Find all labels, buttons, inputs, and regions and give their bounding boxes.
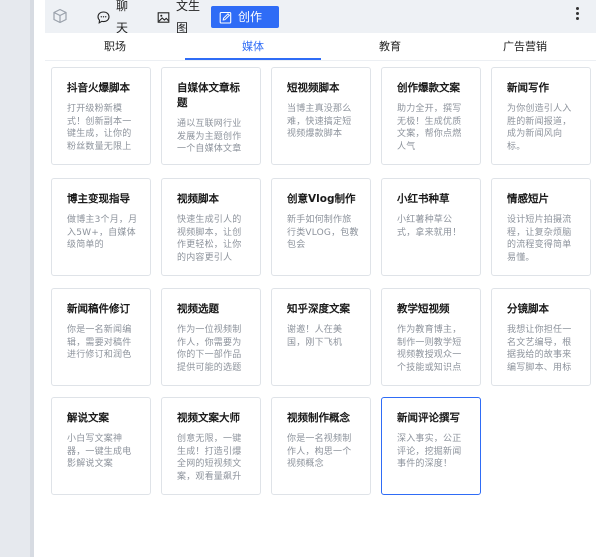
creation-panel: 聊天 文生图 创作 职场 媒体 教育 广告营销 抖音火爆脚本打开级粉新模式！创新… [45, 0, 596, 557]
card-title: 自媒体文章标题 [177, 82, 240, 109]
template-card[interactable]: 视频脚本快速生成引人的视频脚本，让创作更轻松，让你的内容更引人 [161, 178, 261, 276]
left-rail [0, 0, 34, 557]
template-card[interactable]: 解说文案小白写文案神器，一键生成电影解说文案 [51, 397, 151, 495]
card-description: 深入事实，公正评论，挖掘新闻事件的深度！ [397, 434, 462, 469]
card-title: 视频脚本 [177, 193, 219, 205]
template-grid: 抖音火爆脚本 打开级粉新模式！创新副本一键生成，让你的粉丝数量无限上 自媒体文章标题… [45, 60, 596, 557]
template-card[interactable]: 小红书种草小红薯种草公式，拿来就用！ [381, 178, 481, 276]
tab-create-label: 创作 [238, 10, 263, 24]
card-title: 新闻写作 [507, 82, 549, 94]
card-title: 博主变现指导 [67, 193, 130, 205]
template-card[interactable]: 创意Vlog制作新手如何制作旅行类VLOG，包教包会 [271, 178, 371, 276]
template-card[interactable]: 教学短视频作为教育博主，制作一则教学短视频教授观众一个技能或知识点 [381, 288, 481, 386]
card-description: 作为一位视频制作人，你需要为你的下一部作品提供可能的选题 [177, 325, 242, 373]
tab-advertising[interactable]: 广告营销 [475, 33, 575, 60]
card-description: 小红薯种草公式，拿来就用！ [397, 215, 462, 238]
card-title: 新闻稿件修订 [67, 303, 130, 315]
template-card[interactable]: 抖音火爆脚本打开级粉新模式！创新副本一键生成，让你的粉丝数量无限上 [51, 67, 151, 165]
tab-text-to-image[interactable]: 文生图 [149, 0, 211, 35]
card-description: 通以互联网行业发展为主题创作一个自媒体文章 [177, 119, 242, 154]
card-description: 小白写文案神器，一键生成电影解说文案 [67, 434, 132, 469]
card-description: 打开级粉新模式！创新副本一键生成，让你的粉丝数量无限上 [67, 104, 132, 152]
card-title: 创作爆款文案 [397, 82, 460, 94]
toolbar: 聊天 文生图 创作 [45, 0, 596, 35]
image-icon [157, 11, 170, 24]
tab-create[interactable]: 创作 [211, 6, 279, 28]
more-menu-icon[interactable] [573, 6, 581, 22]
tab-workplace[interactable]: 职场 [70, 33, 160, 60]
card-description: 你是一名新闻编辑，需要对稿件进行修订和润色 [67, 325, 132, 360]
template-card[interactable]: 知乎深度文案谢邀！人在美国，刚下飞机 [271, 288, 371, 386]
tab-education[interactable]: 教育 [345, 33, 435, 60]
card-description: 做博主3个月，月入5W+，自媒体级简单的 [67, 215, 138, 250]
card-description: 为你创造引人入胜的新闻报道，成为新闻风向标。 [507, 104, 572, 152]
card-description: 当博主真没那么难，快速搞定短视频爆款脚本 [287, 104, 352, 139]
template-card[interactable]: 短视频脚本当博主真没那么难，快速搞定短视频爆款脚本 [271, 67, 371, 165]
card-description: 创意无限，一键生成！打造引爆全网的短视频文案，观看量飙升 [177, 434, 242, 482]
template-card[interactable]: 博主变现指导做博主3个月，月入5W+，自媒体级简单的 [51, 178, 151, 276]
card-title: 情感短片 [507, 193, 549, 205]
template-card[interactable]: 视频文案大师创意无限，一键生成！打造引爆全网的短视频文案，观看量飙升 [161, 397, 261, 495]
template-card[interactable]: 自媒体文章标题通以互联网行业发展为主题创作一个自媒体文章 [161, 67, 261, 165]
rail-scrollbar[interactable] [30, 0, 34, 557]
card-description: 你是一名视频制作人，构思一个视频概念 [287, 434, 352, 469]
card-description: 我想让你担任一名文艺编导，根据我给的故事来编写脚本、用标 [507, 325, 572, 373]
edit-icon [219, 11, 232, 24]
chat-icon [97, 10, 110, 24]
template-card[interactable]: 情感短片设计短片拍摄流程，让复杂烦脑的流程变得简单易懂。 [491, 178, 591, 276]
card-title: 解说文案 [67, 412, 109, 424]
card-title: 知乎深度文案 [287, 303, 350, 315]
template-card[interactable]: 视频制作概念你是一名视频制作人，构思一个视频概念 [271, 397, 371, 495]
tab-media[interactable]: 媒体 [185, 33, 321, 60]
card-description: 助力全开，撰写无极！生成优质文案，帮你点燃人气 [397, 104, 462, 152]
card-description: 谢邀！人在美国，刚下飞机 [287, 325, 343, 348]
template-card[interactable]: 分镜脚本我想让你担任一名文艺编导，根据我给的故事来编写脚本、用标 [491, 288, 591, 386]
card-description: 作为教育博主，制作一则教学短视频教授观众一个技能或知识点 [397, 325, 462, 373]
card-title: 短视频脚本 [287, 82, 340, 94]
template-card[interactable]: 新闻稿件修订你是一名新闻编辑，需要对稿件进行修订和润色 [51, 288, 151, 386]
template-card[interactable]: 新闻评论撰写深入事实，公正评论，挖掘新闻事件的深度！ [381, 397, 481, 495]
card-title: 分镜脚本 [507, 303, 549, 315]
card-title: 抖音火爆脚本 [67, 82, 130, 94]
card-title: 视频选题 [177, 303, 219, 315]
card-description: 快速生成引人的视频脚本，让创作更轻松，让你的内容更引人 [177, 215, 242, 263]
card-description: 新手如何制作旅行类VLOG，包教包会 [287, 215, 359, 250]
category-tabs: 职场 媒体 教育 广告营销 [45, 33, 596, 61]
template-card[interactable]: 新闻写作为你创造引人入胜的新闻报道，成为新闻风向标。 [491, 67, 591, 165]
tab-chat[interactable]: 聊天 [89, 0, 147, 35]
card-title: 小红书种草 [397, 193, 450, 205]
card-title: 视频制作概念 [287, 412, 350, 424]
card-title: 教学短视频 [397, 303, 450, 315]
card-title: 创意Vlog制作 [287, 193, 356, 205]
template-card[interactable]: 创作爆款文案助力全开，撰写无极！生成优质文案，帮你点燃人气 [381, 67, 481, 165]
card-title: 视频文案大师 [177, 412, 240, 424]
card-title: 新闻评论撰写 [397, 412, 460, 424]
cube-icon[interactable] [52, 8, 70, 26]
template-card[interactable]: 视频选题作为一位视频制作人，你需要为你的下一部作品提供可能的选题 [161, 288, 261, 386]
card-description: 设计短片拍摄流程，让复杂烦脑的流程变得简单易懂。 [507, 215, 572, 263]
